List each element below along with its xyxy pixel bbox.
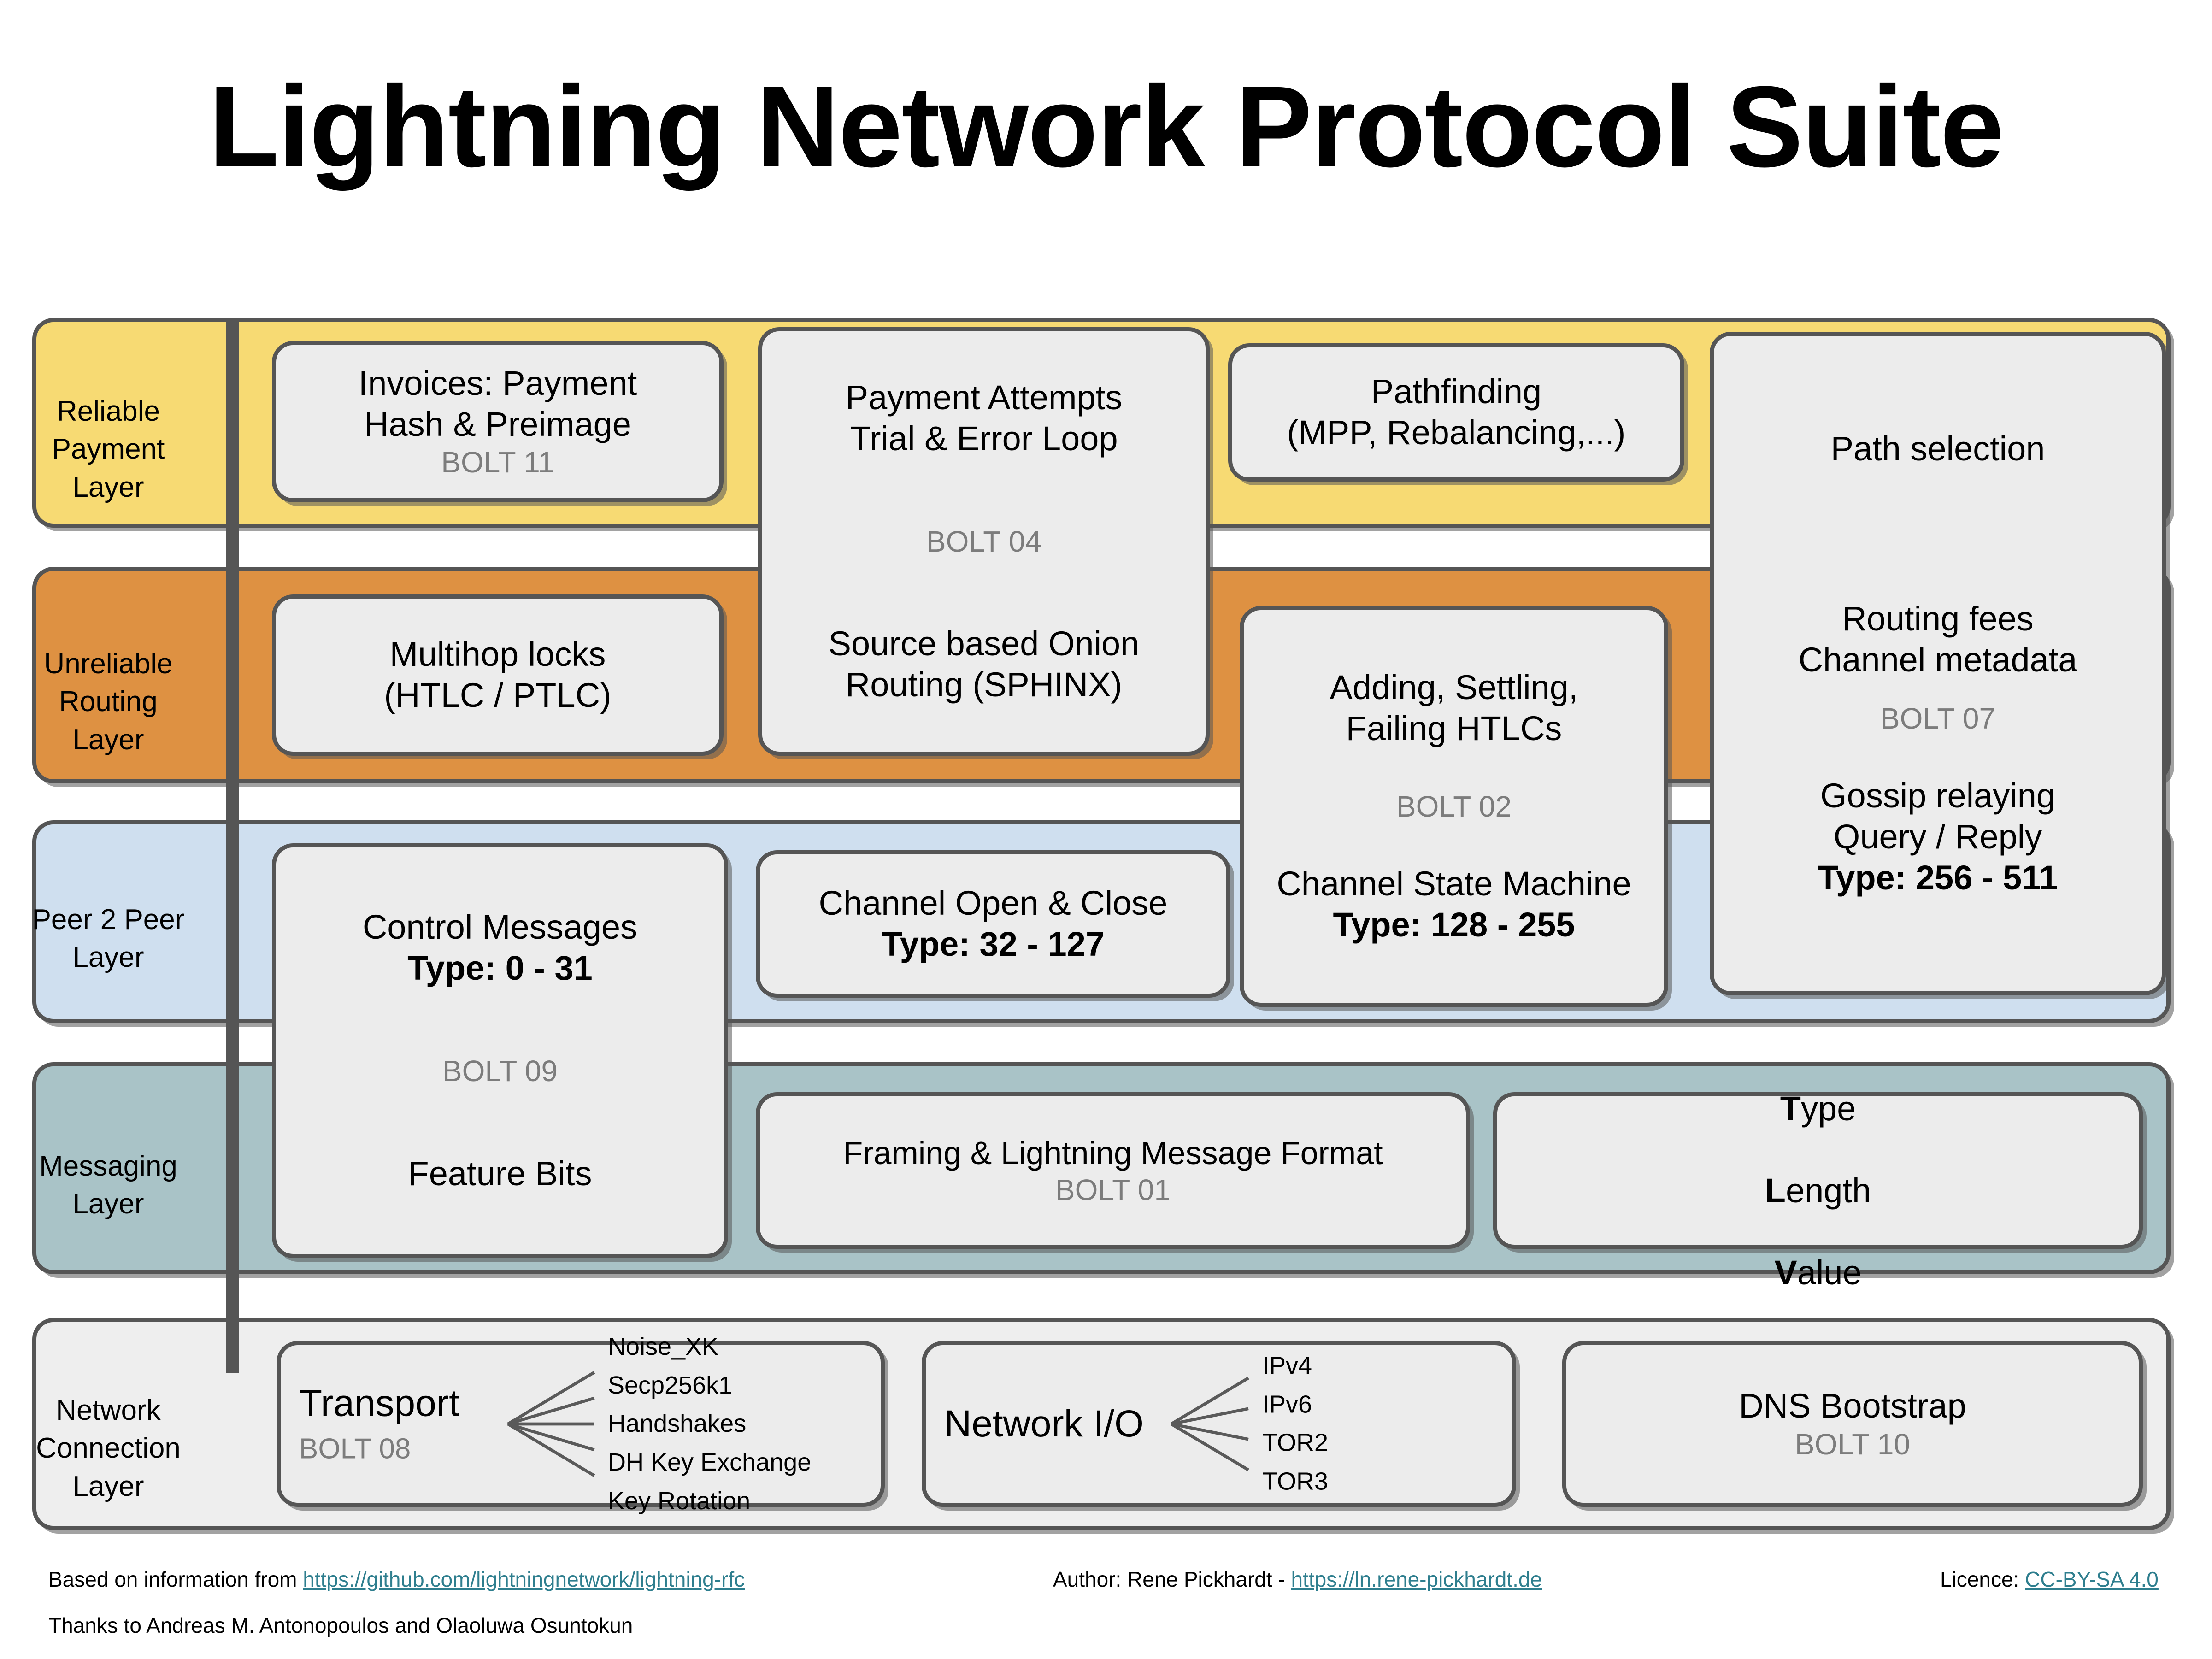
- layer-label-messaging: Messaging Layer: [39, 1150, 177, 1220]
- list-item: DH Key Exchange: [608, 1448, 812, 1476]
- box-tlv-type-rest: ype: [1800, 1089, 1856, 1128]
- footer-source-prefix: Based on information from: [48, 1567, 303, 1591]
- footer-licence-prefix: Licence:: [1940, 1567, 2025, 1591]
- box-payment-attempts[interactable]: Payment Attempts Trial & Error Loop BOLT…: [758, 327, 1210, 756]
- box-transport-items: Noise_XK Secp256k1 Handshakes DH Key Exc…: [608, 1328, 811, 1520]
- box-tlv-type-initial: T: [1780, 1089, 1801, 1128]
- list-item: TOR3: [1262, 1467, 1329, 1495]
- box-network-io-title: Network I/O: [944, 1402, 1144, 1445]
- diagram-canvas: Lightning Network Protocol Suite Reliabl…: [0, 0, 2212, 1659]
- list-item: Noise_XK: [608, 1332, 719, 1360]
- box-framing-title: Framing & Lightning Message Format: [843, 1135, 1383, 1171]
- box-path-selection[interactable]: Path selection Routing fees Channel meta…: [1710, 332, 2166, 995]
- box-control-messages-bolt: BOLT 09: [442, 1054, 558, 1088]
- layer-label-divider-rail: [226, 318, 239, 1373]
- box-channel-open-close[interactable]: Channel Open & Close Type: 32 - 127: [756, 850, 1230, 998]
- box-transport-title: Transport: [299, 1382, 459, 1424]
- box-pathfinding[interactable]: Pathfinding (MPP, Rebalancing,...): [1228, 343, 1684, 482]
- box-invoices-bolt: BOLT 11: [441, 446, 554, 479]
- box-path-selection-title: Path selection: [1830, 429, 2045, 468]
- box-control-messages[interactable]: Control Messages Type: 0 - 31 BOLT 09 Fe…: [272, 843, 728, 1258]
- box-invoices[interactable]: Invoices: Payment Hash & Preimage BOLT 1…: [272, 341, 724, 502]
- layer-label-network-connection: Network Connection Layer: [36, 1394, 181, 1502]
- box-transport-bolt: BOLT 08: [299, 1433, 411, 1465]
- list-item: TOR2: [1262, 1429, 1329, 1457]
- box-invoices-title: Invoices: Payment Hash & Preimage: [358, 364, 637, 443]
- footer-licence: Licence: CC-BY-SA 4.0: [1940, 1567, 2159, 1592]
- box-control-messages-type: Type: 0 - 31: [407, 949, 593, 988]
- list-item: IPv4: [1262, 1352, 1312, 1380]
- page-title: Lightning Network Protocol Suite: [208, 62, 2004, 191]
- box-multihop-locks[interactable]: Multihop locks (HTLC / PTLC): [272, 594, 724, 756]
- box-tlv-line-type: Type: [1780, 1048, 1856, 1130]
- box-dns-bootstrap-bolt: BOLT 10: [1794, 1428, 1911, 1461]
- footer-source-link[interactable]: https://github.com/lightningnetwork/ligh…: [303, 1567, 745, 1591]
- box-tlv-line-length: Length: [1765, 1130, 1871, 1212]
- box-path-selection-type: Type: 256 - 511: [1818, 858, 2058, 897]
- box-tlv-value-initial: V: [1774, 1253, 1797, 1292]
- box-payment-attempts-bolt: BOLT 04: [926, 524, 1042, 558]
- box-htlcs[interactable]: Adding, Settling, Failing HTLCs BOLT 02 …: [1240, 606, 1668, 1007]
- box-channel-state-machine-type: Type: 128 - 255: [1333, 906, 1575, 944]
- list-item: Key Rotation: [608, 1487, 751, 1515]
- box-multihop-locks-title: Multihop locks (HTLC / PTLC): [384, 635, 612, 714]
- footer-licence-link[interactable]: CC-BY-SA 4.0: [2025, 1567, 2159, 1591]
- footer-author: Author: Rene Pickhardt - https://ln.rene…: [1053, 1567, 1542, 1592]
- box-tlv[interactable]: Type Length Value: [1493, 1089, 2143, 1292]
- box-htlcs-title: Adding, Settling, Failing HTLCs: [1330, 668, 1578, 747]
- footer-source: Based on information from https://github…: [48, 1567, 745, 1592]
- box-network-io-items: IPv4 IPv6 TOR2 TOR3: [1262, 1347, 1328, 1501]
- box-control-messages-title: Control Messages: [362, 908, 638, 947]
- box-path-selection-bolt: BOLT 07: [1880, 701, 1996, 735]
- box-path-selection-routing-fees: Routing fees Channel metadata: [1798, 600, 2077, 679]
- box-htlcs-bolt: BOLT 02: [1396, 789, 1512, 823]
- box-channel-state-machine-title: Channel State Machine: [1277, 865, 1631, 903]
- box-framing-bolt: BOLT 01: [1055, 1173, 1171, 1206]
- footer-author-link[interactable]: https://ln.rene-pickhardt.de: [1291, 1567, 1542, 1591]
- box-transport-left: Transport BOLT 08: [299, 1382, 459, 1465]
- box-payment-attempts-title: Payment Attempts Trial & Error Loop: [845, 378, 1123, 458]
- box-path-selection-gossip: Gossip relaying Query / Reply: [1820, 777, 2055, 856]
- box-channel-open-close-type: Type: 32 - 127: [882, 925, 1105, 963]
- layer-label-reliable-payment: Reliable Payment Layer: [52, 395, 165, 503]
- box-network-io[interactable]: Network I/O IPv4 IPv6 TOR2 TOR3: [922, 1341, 1516, 1507]
- layer-label-unreliable-routing: Unreliable Routing Layer: [44, 648, 173, 756]
- footer-author-prefix: Author: Rene Pickhardt -: [1053, 1567, 1291, 1591]
- box-tlv-value-rest: alue: [1797, 1253, 1862, 1292]
- footer-thanks: Thanks to Andreas M. Antonopoulos and Ol…: [48, 1613, 633, 1637]
- box-network-io-left: Network I/O: [944, 1403, 1144, 1445]
- box-framing[interactable]: Framing & Lightning Message Format BOLT …: [756, 1092, 1470, 1249]
- box-pathfinding-title: Pathfinding (MPP, Rebalancing,...): [1287, 372, 1626, 452]
- box-tlv-length-rest: ength: [1786, 1171, 1871, 1210]
- box-onion-routing-title: Source based Onion Routing (SPHINX): [828, 624, 1140, 704]
- box-tlv-length-initial: L: [1765, 1171, 1786, 1210]
- box-tlv-line-value: Value: [1774, 1212, 1861, 1294]
- box-feature-bits-title: Feature Bits: [408, 1154, 592, 1193]
- box-transport[interactable]: Transport BOLT 08 Noise_XK Secp256k1 Han…: [276, 1333, 885, 1515]
- list-item: IPv6: [1262, 1390, 1312, 1418]
- list-item: Handshakes: [608, 1410, 747, 1438]
- list-item: Secp256k1: [608, 1371, 733, 1399]
- box-dns-bootstrap-title: DNS Bootstrap: [1739, 1387, 1966, 1425]
- box-channel-open-close-title: Channel Open & Close: [818, 884, 1168, 923]
- layer-label-peer-2-peer: Peer 2 Peer Layer: [32, 904, 185, 974]
- box-dns-bootstrap[interactable]: DNS Bootstrap BOLT 10: [1562, 1341, 2143, 1507]
